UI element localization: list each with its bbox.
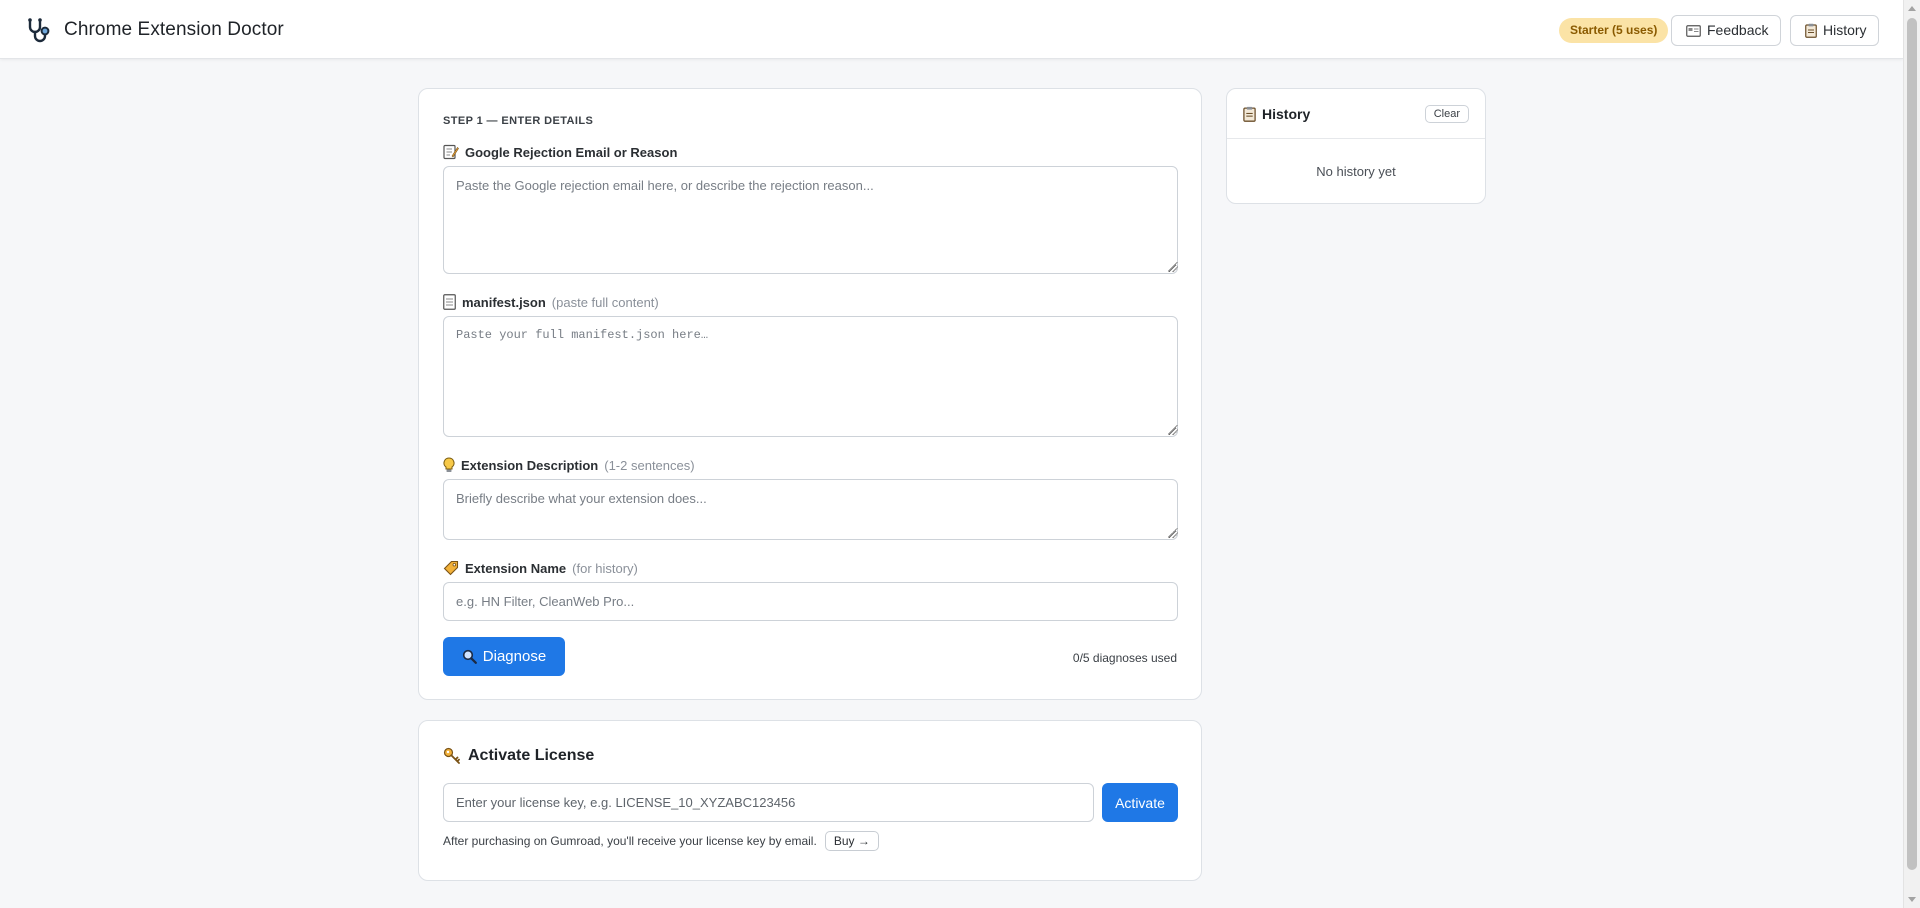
manifest-textarea[interactable] <box>443 316 1178 437</box>
description-label-text: Extension Description <box>461 457 599 473</box>
manifest-label: manifest.json (paste full content) <box>443 294 659 310</box>
key-icon <box>443 747 460 764</box>
description-textarea[interactable] <box>443 479 1178 540</box>
license-title-text: Activate License <box>468 747 595 764</box>
license-card: Activate License Activate After purchasi… <box>418 720 1202 881</box>
scroll-thumb[interactable] <box>1907 18 1917 870</box>
feedback-button[interactable]: Feedback <box>1671 15 1781 46</box>
history-button[interactable]: History <box>1790 15 1879 46</box>
clear-history-button[interactable]: Clear <box>1424 104 1469 123</box>
history-panel: History Clear No history yet <box>1226 88 1486 204</box>
diagnose-label: Diagnose <box>482 648 547 665</box>
rejection-textarea[interactable] <box>443 166 1178 274</box>
diagnose-form-card: STEP 1 — ENTER DETAILS Google Rejection … <box>418 88 1202 700</box>
description-hint: (1-2 sentences) <box>604 457 695 473</box>
activate-button[interactable]: Activate <box>1102 783 1178 822</box>
description-label: Extension Description (1-2 sentences) <box>443 457 695 473</box>
plan-badge: Starter (5 uses) <box>1559 18 1669 43</box>
manifest-label-text: manifest.json <box>462 294 546 310</box>
app-title: Chrome Extension Doctor <box>64 19 284 40</box>
name-label: Extension Name (for history) <box>443 560 638 576</box>
page-scrollbar[interactable] <box>1903 0 1920 908</box>
history-label: History <box>1823 22 1867 38</box>
license-note-text: After purchasing on Gumroad, you'll rece… <box>443 834 817 848</box>
name-label-text: Extension Name <box>465 560 567 576</box>
usage-counter: 0/5 diagnoses used <box>1072 651 1177 665</box>
feedback-label: Feedback <box>1707 22 1769 38</box>
step-label: STEP 1 — ENTER DETAILS <box>443 115 594 127</box>
extension-name-input[interactable] <box>443 582 1178 621</box>
envelope-icon <box>1686 24 1701 37</box>
magnifier-icon <box>462 649 477 664</box>
history-panel-title-text: History <box>1262 105 1311 122</box>
license-key-input[interactable] <box>443 783 1094 822</box>
rejection-label: Google Rejection Email or Reason <box>443 144 677 160</box>
diagnose-button[interactable]: Diagnose <box>443 637 565 676</box>
name-hint: (for history) <box>572 560 638 576</box>
memo-icon <box>443 144 459 160</box>
history-panel-title: History <box>1243 106 1310 122</box>
clipboard-icon <box>1805 23 1817 38</box>
buy-button[interactable]: Buy → <box>824 831 879 851</box>
document-icon <box>443 294 456 310</box>
stethoscope-icon <box>28 18 50 43</box>
license-note: After purchasing on Gumroad, you'll rece… <box>443 831 879 851</box>
manifest-hint: (paste full content) <box>551 294 659 310</box>
tag-icon <box>443 560 459 576</box>
history-panel-header: History Clear <box>1227 89 1485 139</box>
lightbulb-icon <box>443 457 455 472</box>
top-bar: Chrome Extension Doctor Starter (5 uses)… <box>0 0 1903 59</box>
clipboard-icon <box>1243 106 1256 122</box>
scroll-up-arrow-icon[interactable] <box>1908 6 1916 11</box>
license-title: Activate License <box>443 747 594 765</box>
scroll-down-arrow-icon[interactable] <box>1908 897 1916 902</box>
history-empty-state: No history yet <box>1316 164 1396 179</box>
rejection-label-text: Google Rejection Email or Reason <box>465 144 678 160</box>
